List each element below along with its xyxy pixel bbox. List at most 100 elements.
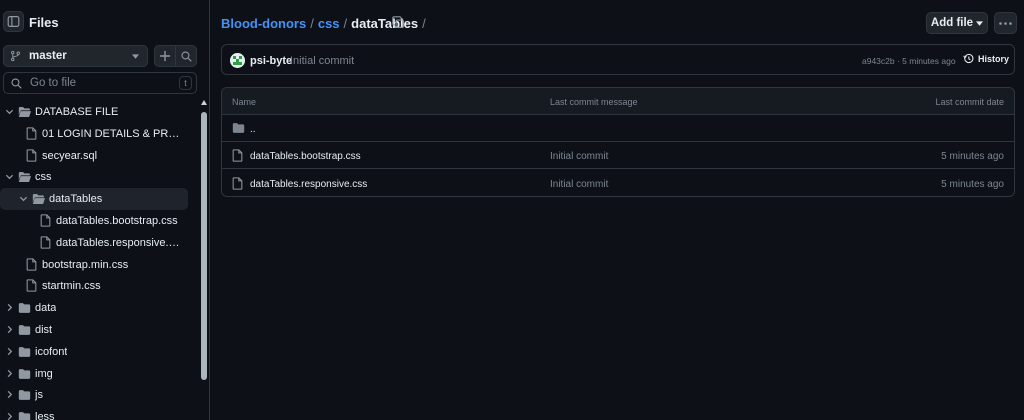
file-icon (40, 214, 51, 227)
column-header-message: Last commit message (550, 97, 638, 107)
tree-item-label: js (35, 389, 43, 402)
breadcrumb-repo-link[interactable]: Blood-donors (221, 16, 306, 31)
plus-icon (160, 51, 170, 61)
breadcrumb-current: dataTables (351, 16, 419, 31)
chevron-down-icon[interactable] (5, 107, 15, 117)
tree-folder-datatables[interactable]: dataTables (0, 188, 188, 211)
add-file-button[interactable]: Add file (926, 12, 988, 34)
history-icon (963, 53, 974, 64)
search-icon (180, 50, 192, 62)
chevron-right-icon[interactable] (5, 325, 15, 335)
tree-item-label: data (35, 302, 57, 315)
file-icon (40, 236, 51, 249)
chevron-right-icon[interactable] (5, 347, 15, 357)
tree-item-label: dataTables.responsive.css (56, 236, 183, 249)
copy-icon (392, 16, 404, 28)
caret-down-icon (976, 20, 984, 26)
commit-message[interactable]: Initial commit (290, 55, 354, 67)
parent-directory-link[interactable]: .. (250, 124, 256, 135)
history-label: History (978, 53, 1010, 64)
tree-folder-js[interactable]: js (0, 384, 188, 406)
tree-item-label: bootstrap.min.css (42, 258, 129, 271)
table-row[interactable]: dataTables.bootstrap.css Initial commit 5 … (222, 142, 1014, 169)
latest-commit-bar: psi-byte Initial commit a943c2b · 5 minu… (221, 44, 1015, 75)
file-icon (26, 127, 37, 140)
file-tree-sidebar: Files master Go to file t DATABASE FILE 0… (0, 0, 210, 420)
tree-item-label: less (35, 411, 55, 420)
chevron-down-icon[interactable] (19, 194, 29, 204)
tree-folder-icofont[interactable]: icofont (0, 341, 188, 363)
copy-path-button[interactable] (392, 16, 405, 29)
chevron-down-icon[interactable] (5, 172, 15, 182)
keyboard-shortcut-hint: t (179, 76, 192, 90)
chevron-right-icon[interactable] (5, 390, 15, 400)
tree-file[interactable]: startmin.css (0, 275, 188, 297)
tree-item-label: startmin.css (42, 280, 101, 293)
commit-hash-time[interactable]: a943c2b · 5 minutes ago (862, 56, 956, 66)
file-commit-message[interactable]: Initial commit (550, 151, 608, 162)
sidebar-collapse-icon (7, 16, 20, 27)
chevron-right-icon[interactable] (5, 412, 15, 420)
tree-item-label: img (35, 367, 53, 380)
scroll-up-arrow-icon[interactable] (201, 100, 207, 105)
breadcrumb-separator: / (310, 16, 314, 31)
tree-folder-database-file[interactable]: DATABASE FILE (0, 101, 188, 123)
add-file-sidebar-button[interactable] (155, 46, 175, 66)
tree-file[interactable]: 01 LOGIN DETAILS & PROJECT I... (0, 123, 188, 145)
tree-item-label: secyear.sql (42, 149, 98, 162)
parent-directory-row[interactable]: .. (222, 115, 1014, 142)
sidebar-collapse-button[interactable] (3, 11, 24, 32)
go-to-file-placeholder: Go to file (30, 77, 77, 89)
folder-icon (18, 368, 31, 380)
more-options-button[interactable] (994, 12, 1017, 34)
tree-folder-img[interactable]: img (0, 363, 188, 385)
branch-name: master (29, 50, 67, 62)
tree-item-label: 01 LOGIN DETAILS & PROJECT I... (42, 127, 183, 140)
file-icon (26, 257, 37, 271)
tree-item-label: css (35, 171, 52, 184)
breadcrumb-separator: / (343, 16, 348, 31)
folder-icon (232, 123, 245, 133)
file-name-link[interactable]: dataTables.responsive.css (250, 179, 367, 190)
folder-open-icon (18, 106, 32, 118)
file-icon (26, 279, 37, 293)
tree-item-label: dataTables (49, 193, 103, 206)
tree-file[interactable]: dataTables.responsive.css (0, 232, 188, 254)
folder-icon (18, 389, 31, 401)
tree-folder-less[interactable]: less (0, 406, 188, 420)
tree-folder-css[interactable]: css (0, 166, 188, 188)
sidebar-actions (154, 45, 197, 67)
file-name-link[interactable]: dataTables.bootstrap.css (250, 151, 361, 162)
table-row[interactable]: dataTables.responsive.css Initial commit 5… (222, 170, 1014, 196)
tree-file[interactable]: bootstrap.min.css (0, 254, 188, 276)
file-table: Name Last commit message Last commit dat… (221, 87, 1015, 197)
history-button[interactable]: History (963, 53, 1009, 64)
file-commit-date: 5 minutes ago (941, 151, 1004, 162)
table-header: Name Last commit message Last commit dat… (222, 88, 1014, 115)
commit-author[interactable]: psi-byte (250, 55, 292, 67)
sidebar-title: Files (29, 15, 59, 30)
tree-item-label: DATABASE FILE (35, 106, 119, 118)
tree-item-label: icofont (35, 345, 68, 358)
sidebar-scroll-thumb[interactable] (201, 112, 207, 380)
kebab-horizontal-icon (999, 21, 1012, 25)
file-commit-date: 5 minutes ago (941, 179, 1004, 190)
tree-folder-dist[interactable]: dist (0, 319, 188, 341)
chevron-right-icon[interactable] (5, 369, 15, 379)
chevron-right-icon[interactable] (5, 303, 15, 313)
search-icon (11, 77, 22, 89)
tree-file[interactable]: dataTables.bootstrap.css (0, 210, 188, 232)
branch-selector[interactable]: master (3, 45, 148, 67)
sidebar-header: Files (0, 0, 210, 44)
go-to-file-input[interactable]: Go to file t (3, 72, 197, 94)
search-sidebar-button[interactable] (175, 46, 196, 66)
tree-file[interactable]: secyear.sql (0, 145, 188, 167)
file-commit-message[interactable]: Initial commit (550, 179, 608, 190)
add-file-label: Add file (930, 17, 974, 29)
breadcrumb-separator: / (422, 16, 426, 31)
folder-icon (18, 302, 31, 314)
tree-folder-data[interactable]: data (0, 297, 188, 319)
column-header-date: Last commit date (935, 97, 1004, 107)
breadcrumb-css-link[interactable]: css (318, 16, 340, 31)
avatar[interactable] (230, 53, 245, 68)
